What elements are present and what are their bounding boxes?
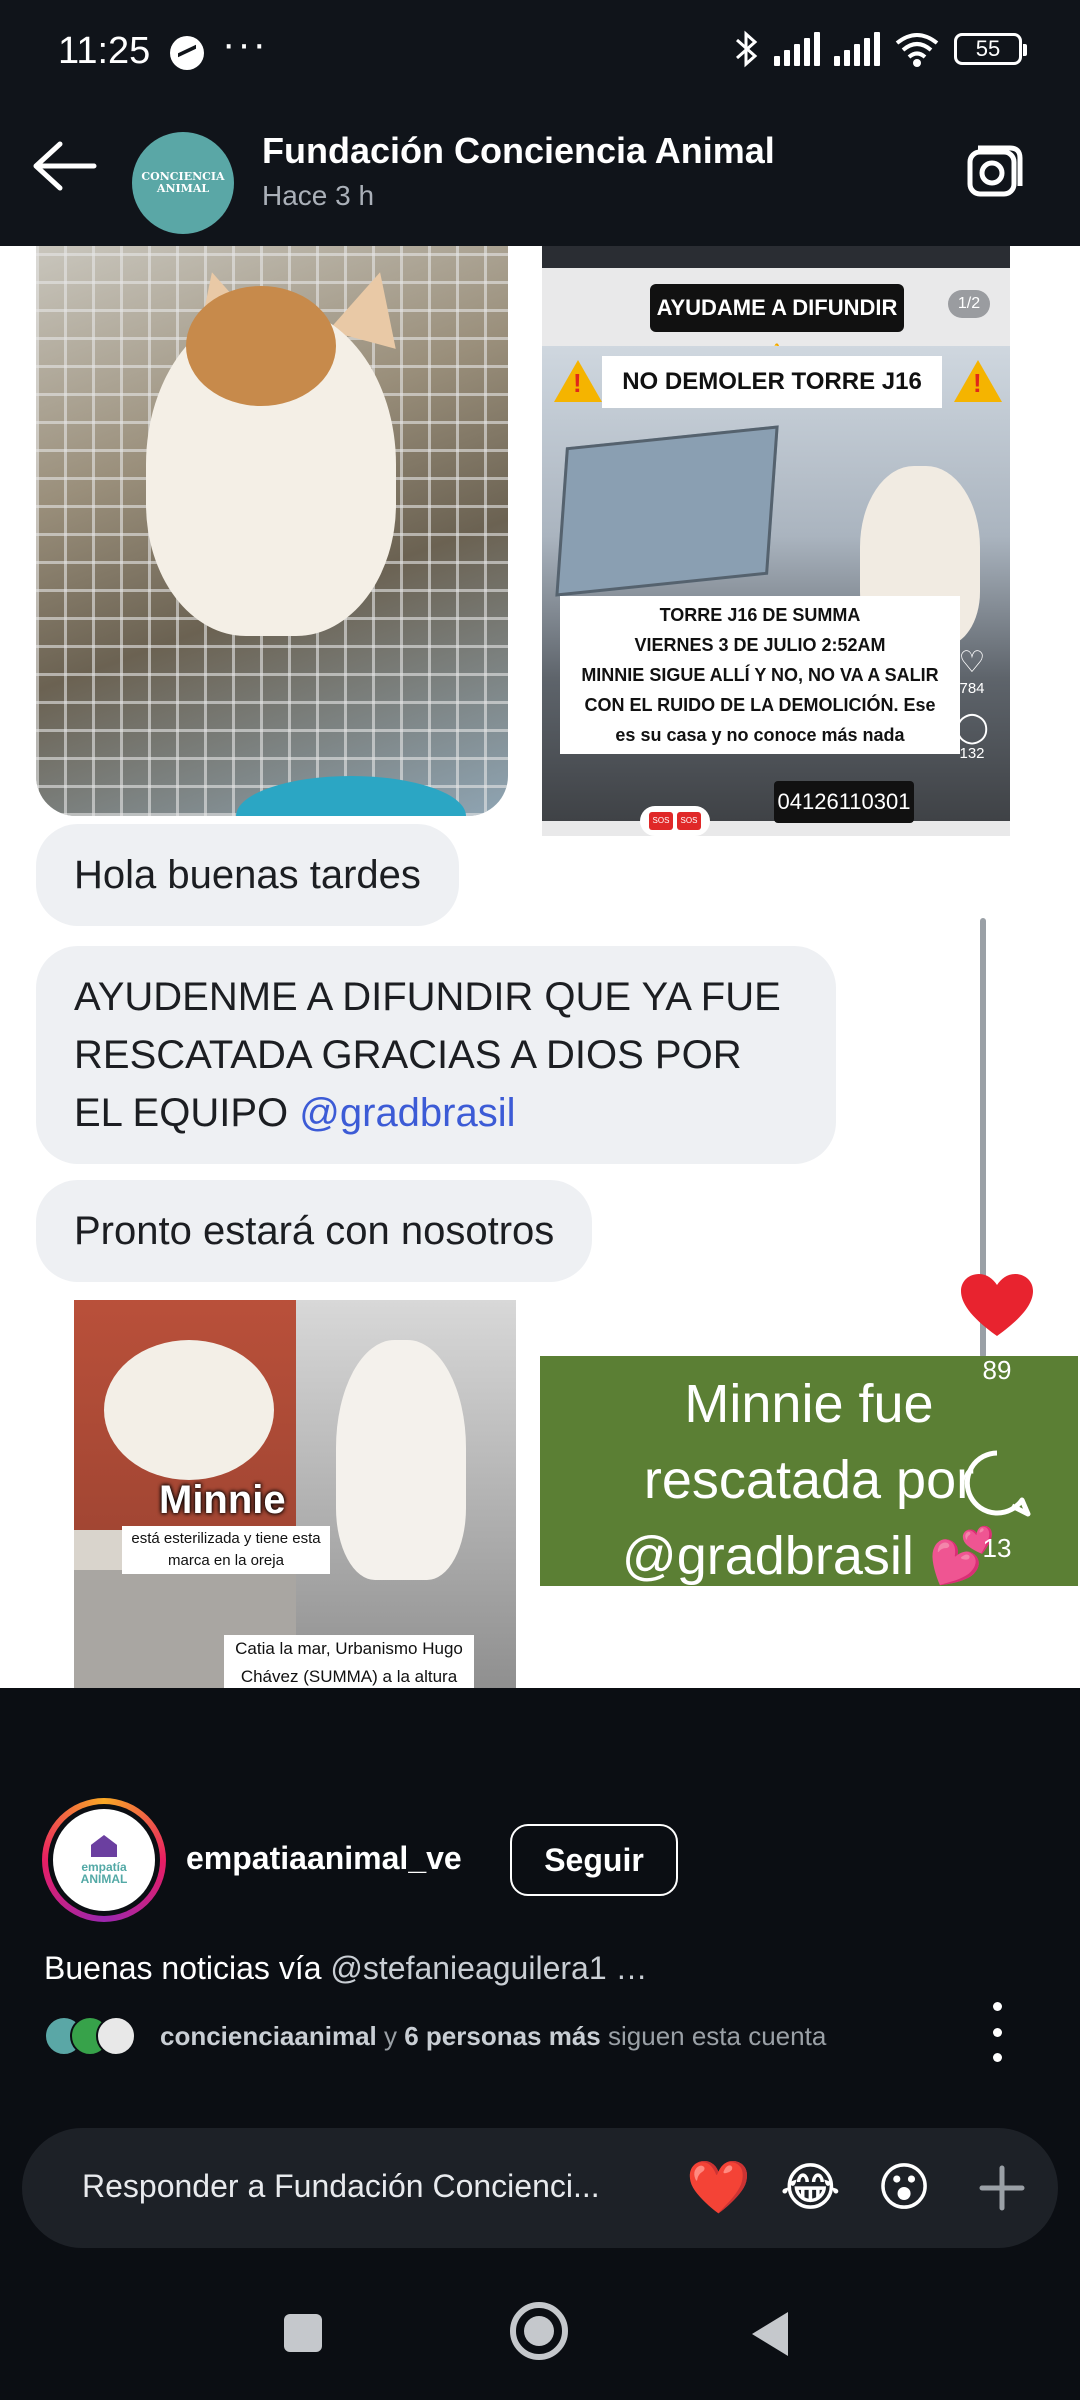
comment-icon: ◯: [955, 711, 989, 744]
cat-in-cage-photo: [36, 246, 508, 816]
bottom-panel: empatía ANIMAL empatiaanimal_ve Seguir B…: [0, 1688, 1080, 2400]
likes-count: 89: [982, 1355, 1012, 1385]
story-header: CONCIENCIA ANIMAL Fundación Conciencia A…: [0, 96, 1080, 246]
messenger-icon: [170, 36, 204, 70]
system-navbar: [0, 2278, 1080, 2400]
followers-text: concienciaanimal y 6 personas más siguen…: [160, 2020, 827, 2051]
battery-icon: 55: [954, 33, 1027, 65]
wifi-icon: [895, 33, 939, 67]
follow-button[interactable]: Seguir: [510, 1824, 678, 1896]
quick-reaction-heart[interactable]: ❤️: [686, 2158, 751, 2218]
camera-icon[interactable]: [964, 142, 1026, 200]
signal-2-icon: [834, 32, 880, 66]
status-icons: 55: [734, 30, 1027, 68]
status-bar: 11:25 ··· 55: [0, 0, 1080, 96]
heart-outline-icon: ♡: [958, 646, 986, 679]
minnie-name: Minnie: [159, 1478, 286, 1522]
avatar-text-2: ANIMAL: [156, 182, 210, 195]
sos-sticker: SOS SOS: [640, 806, 710, 836]
post-caption[interactable]: Buenas noticias vía @stefanieaguilera1 …: [44, 1950, 648, 1987]
more-notifications-icon: ···: [222, 22, 268, 66]
comment-icon[interactable]: [962, 1448, 1032, 1518]
mention-link[interactable]: @gradbrasil: [299, 1091, 515, 1135]
mutual-followers[interactable]: concienciaanimal y 6 personas más siguen…: [44, 2016, 826, 2056]
message-bubble: Pronto estará con nosotros: [36, 1180, 593, 1282]
profile-username[interactable]: empatiaanimal_ve: [186, 1840, 462, 1877]
caption-mention[interactable]: @stefanieaguilera1 …: [330, 1950, 647, 1986]
like-action[interactable]: 89: [952, 1272, 1042, 1386]
heart-icon[interactable]: [959, 1272, 1035, 1340]
minnie-note: está esterilizada y tiene esta marca en …: [122, 1526, 330, 1574]
minnie-location: Catia la mar, Urbanismo Hugo Chávez (SUM…: [224, 1635, 474, 1688]
account-name[interactable]: Fundación Conciencia Animal: [262, 130, 775, 172]
plus-icon[interactable]: [972, 2158, 1032, 2218]
reply-input[interactable]: Responder a Fundación Concienci...: [82, 2168, 600, 2205]
warning-icon: [554, 360, 602, 402]
reply-bar[interactable]: Responder a Fundación Concienci... ❤️ 😂 …: [22, 2128, 1058, 2248]
system-back-button[interactable]: [752, 2312, 788, 2356]
more-options-icon[interactable]: [982, 2002, 1012, 2062]
post-heading: NO DEMOLER TORRE J16: [602, 356, 942, 408]
profile-avatar[interactable]: empatía ANIMAL: [42, 1798, 166, 1922]
comments-count: 13: [982, 1533, 1012, 1563]
bluetooth-icon: [736, 30, 758, 68]
account-avatar[interactable]: CONCIENCIA ANIMAL: [132, 132, 234, 234]
house-logo-icon: [91, 1835, 117, 1857]
minnie-info-card: Minnie está esterilizada y tiene esta ma…: [74, 1300, 516, 1688]
post-page-indicator: 1/2: [948, 290, 990, 318]
story-time: Hace 3 h: [262, 180, 375, 211]
quick-reaction-laugh[interactable]: 😂: [780, 2158, 841, 2218]
message-bubble: Hola buenas tardes: [36, 824, 459, 926]
shared-post-screenshot: AYUDAME A DIFUNDIR ⚠️ 1/2 NO DEMOLER TOR…: [542, 246, 1010, 836]
follower-avatar: [96, 2016, 136, 2056]
post-image: NO DEMOLER TORRE J16 TORRE J16 DE SUMMA …: [542, 346, 1010, 823]
tilted-building: [555, 425, 779, 597]
post-text-box: TORRE J16 DE SUMMA VIERNES 3 DE JULIO 2:…: [560, 596, 960, 754]
back-button[interactable]: [30, 136, 100, 196]
home-button[interactable]: [510, 2302, 568, 2360]
comment-action[interactable]: 13: [952, 1448, 1042, 1564]
post-phone: 04126110301: [774, 781, 914, 823]
warning-icon: [954, 360, 1002, 402]
post-tag: AYUDAME A DIFUNDIR ⚠️: [650, 284, 904, 368]
message-bubble: AYUDENME A DIFUNDIR QUE YA FUE RESCATADA…: [36, 946, 836, 1164]
post-like: ♡ 784 ◯ 132: [952, 646, 992, 762]
status-time: 11:25: [58, 30, 151, 72]
signal-icon: [774, 32, 820, 66]
quick-reaction-wow[interactable]: 😮: [874, 2158, 934, 2218]
story-content[interactable]: AYUDAME A DIFUNDIR ⚠️ 1/2 NO DEMOLER TOR…: [0, 246, 1080, 1688]
recents-button[interactable]: [284, 2314, 322, 2352]
